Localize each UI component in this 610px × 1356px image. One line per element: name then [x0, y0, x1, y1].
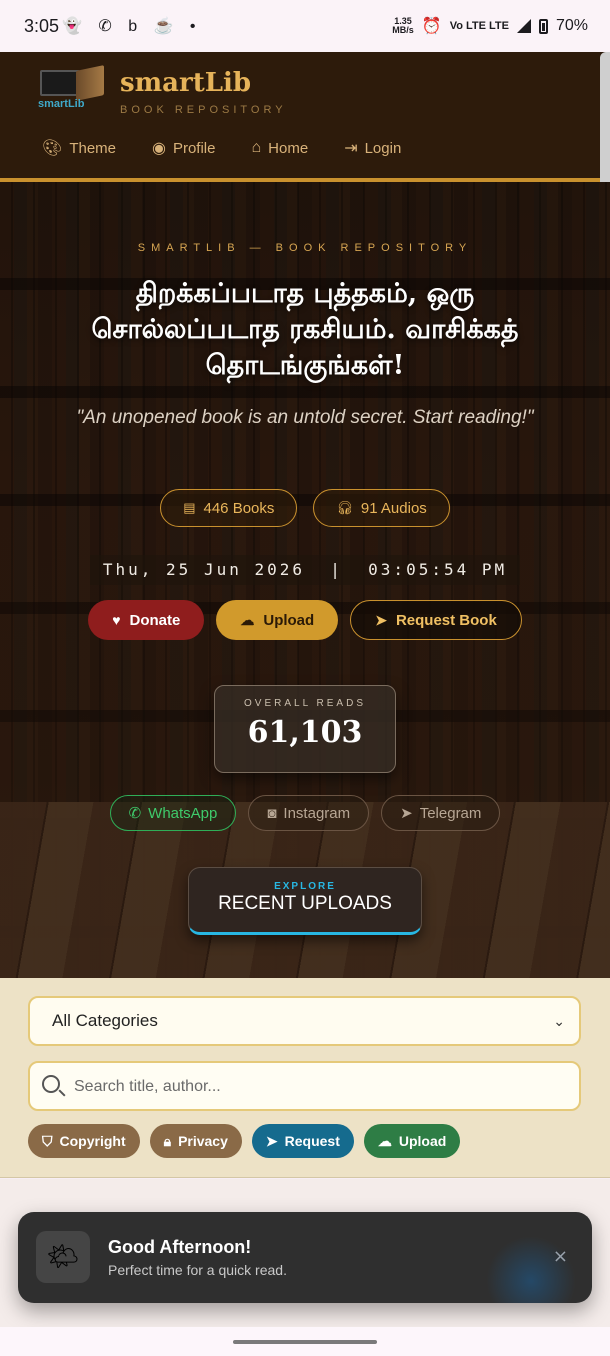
- palette-icon: 🎨︎: [42, 140, 63, 157]
- search-icon: [42, 1075, 60, 1093]
- whatsapp-icon: ✆: [128, 805, 142, 822]
- toast-subtitle: Perfect time for a quick read.: [108, 1262, 287, 1278]
- privacy-label: Privacy: [178, 1133, 228, 1149]
- shield-icon: ⛉: [42, 1132, 53, 1149]
- hero-actions: ♥ Donate ☁ Upload ➤ Request Book: [0, 600, 610, 640]
- donate-button[interactable]: ♥ Donate: [88, 600, 205, 640]
- nav-login[interactable]: ⇥ Login: [344, 138, 401, 158]
- category-select[interactable]: All Categories ⌄: [28, 996, 581, 1046]
- search-input[interactable]: [74, 1073, 564, 1101]
- audios-count: 91 Audios: [360, 499, 427, 517]
- telegram-label: Telegram: [419, 804, 482, 822]
- greeting-toast: 🌤 Good Afternoon! Perfect time for a qui…: [18, 1212, 592, 1303]
- hero-eyebrow: SMARTLIB — BOOK REPOSITORY: [137, 242, 473, 254]
- social-links: ✆ WhatsApp ◙ Instagram ➤ Telegram: [0, 795, 610, 831]
- request-chip[interactable]: ➤ Request: [251, 1124, 354, 1158]
- upload-label: Upload: [263, 611, 315, 629]
- category-selected: All Categories: [52, 1011, 158, 1030]
- user-icon: ◉: [152, 140, 166, 157]
- cloud-upload-icon: ☁: [377, 1132, 392, 1149]
- nav-theme[interactable]: 🎨︎ Theme: [42, 138, 116, 158]
- scrollbar-thumb[interactable]: [600, 52, 610, 194]
- explore-kicker: EXPLORE: [274, 881, 336, 892]
- telegram-icon: ➤: [375, 611, 387, 628]
- hero-headline: திறக்கப்படாத புத்தகம், ஒரு சொல்லப்படாத ர…: [91, 278, 519, 381]
- nav-profile[interactable]: ◉ Profile: [152, 138, 216, 158]
- privacy-chip[interactable]: 🔒︎ Privacy: [149, 1124, 242, 1158]
- books-count: 446 Books: [203, 499, 275, 517]
- battery-level: 70%: [555, 17, 588, 34]
- copyright-chip[interactable]: ⛉ Copyright: [28, 1124, 140, 1158]
- status-right: 1.35 MB/s ⏰ Vo LTE LTE 70%: [392, 16, 588, 36]
- telegram-icon: ➤: [400, 805, 413, 822]
- nav-home[interactable]: ⌂ Home: [252, 138, 309, 158]
- books-count-pill[interactable]: ▤ 446 Books: [160, 489, 298, 527]
- toast-title: Good Afternoon!: [108, 1237, 252, 1257]
- donate-label: Donate: [129, 611, 181, 629]
- sun-cloud-icon: 🌤: [36, 1231, 90, 1283]
- logo[interactable]: smartLib: [32, 65, 106, 116]
- system-nav-bar: [0, 1327, 610, 1356]
- copyright-label: Copyright: [59, 1133, 126, 1149]
- alarm-icon: ⏰: [421, 18, 442, 35]
- instagram-label: Instagram: [283, 804, 351, 822]
- instagram-icon: ◙: [267, 804, 277, 822]
- audios-count-pill[interactable]: 🎧︎ 91 Audios: [313, 489, 450, 527]
- nav-profile-label: Profile: [172, 139, 216, 157]
- telegram-link[interactable]: ➤ Telegram: [381, 795, 501, 831]
- brand-tagline: BOOK REPOSITORY: [120, 104, 287, 116]
- request-label: Request: [284, 1133, 340, 1149]
- stats-pills: ▤ 446 Books 🎧︎ 91 Audios: [0, 489, 610, 527]
- chevron-down-icon: ⌄: [553, 1013, 565, 1029]
- explore-recent-uploads-button[interactable]: EXPLORE RECENT UPLOADS: [188, 867, 422, 935]
- whatsapp-link[interactable]: ✆ WhatsApp: [109, 795, 237, 831]
- home-icon: ⌂: [251, 139, 262, 156]
- site-header: smartLib smartLib BOOK REPOSITORY 🎨︎ The…: [0, 52, 610, 182]
- cloud-upload-icon: ☁: [240, 611, 255, 628]
- upload-chip[interactable]: ☁ Upload: [363, 1124, 461, 1158]
- status-bar: 3:05 👻 ✆ b ☕ • 1.35 MB/s ⏰ Vo LTE LTE 70…: [0, 0, 610, 52]
- hero-section: SMARTLIB — BOOK REPOSITORY திறக்கப்படாத …: [0, 182, 610, 978]
- close-icon[interactable]: ×: [553, 1246, 568, 1267]
- battery-icon: [538, 18, 548, 34]
- explore-title: RECENT UPLOADS: [218, 893, 392, 914]
- layers-icon: ▤: [183, 500, 196, 515]
- status-time: 3:05: [24, 16, 60, 36]
- book-icon: [76, 65, 104, 101]
- laptop-icon: [40, 70, 80, 96]
- logo-text: smartLib: [38, 98, 85, 110]
- nav-login-label: Login: [364, 139, 402, 157]
- main-nav: 🎨︎ Theme ◉ Profile ⌂ Home ⇥ Login: [42, 138, 401, 158]
- upload-button[interactable]: ☁ Upload: [216, 600, 339, 640]
- filter-section: All Categories ⌄ ⛉ Copyright 🔒︎ Privacy …: [0, 978, 610, 1178]
- instagram-link[interactable]: ◙ Instagram: [248, 795, 370, 831]
- brand-name[interactable]: smartLib: [120, 68, 251, 98]
- telegram-icon: ➤: [265, 1132, 278, 1149]
- live-clock: Thu, 25 Jun 2026 | 03:05:54 PM: [90, 555, 520, 585]
- lock-icon: 🔒︎: [163, 1132, 172, 1149]
- notification-icons: 👻 ✆ b ☕ •: [62, 18, 202, 35]
- request-book-button[interactable]: ➤ Request Book: [350, 600, 522, 640]
- signal-icon: [516, 19, 531, 33]
- nav-theme-label: Theme: [69, 139, 116, 157]
- login-icon: ⇥: [344, 140, 358, 157]
- upload-chip-label: Upload: [398, 1133, 447, 1149]
- request-book-label: Request Book: [395, 611, 497, 629]
- quick-links: ⛉ Copyright 🔒︎ Privacy ➤ Request ☁ Uploa…: [28, 1124, 461, 1158]
- overall-reads-value: 61,103: [247, 715, 363, 750]
- search-box[interactable]: [28, 1061, 581, 1111]
- hero-quote: "An unopened book is an untold secret. S…: [76, 407, 534, 428]
- network-speed: 1.35 MB/s: [392, 16, 414, 35]
- overall-reads-label: OVERALL READS: [244, 698, 366, 709]
- network-type: Vo LTE LTE: [449, 20, 509, 32]
- heart-icon: ♥: [112, 612, 121, 628]
- overall-reads-card: OVERALL READS 61,103: [214, 685, 396, 773]
- nav-home-label: Home: [268, 139, 309, 157]
- gesture-handle[interactable]: [233, 1340, 377, 1344]
- headphones-icon: 🎧︎: [336, 500, 353, 515]
- whatsapp-label: WhatsApp: [148, 804, 218, 822]
